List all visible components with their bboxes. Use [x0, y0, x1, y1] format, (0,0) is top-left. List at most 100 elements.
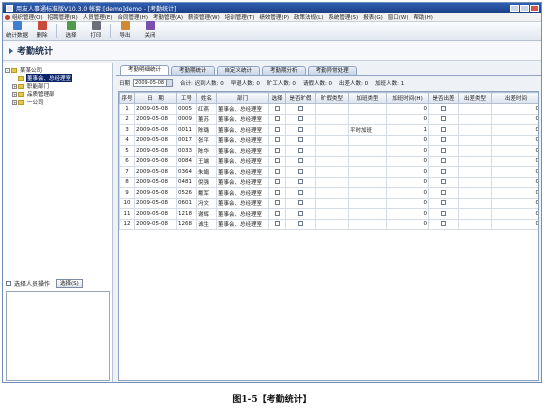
column-header[interactable]: 工号: [176, 92, 197, 104]
table-row[interactable]: 8 2009-05-08 0481 倪强 董事会、总经理室 0 0: [119, 176, 538, 188]
table-row[interactable]: 1 2009-05-08 0005 红燕 董事会、总经理室 0 0: [119, 103, 538, 115]
menu-item[interactable]: 系统管理(S): [328, 13, 358, 21]
person-list[interactable]: [6, 291, 110, 381]
table-cell[interactable]: [268, 166, 286, 178]
menu-item[interactable]: 培训管理(T): [225, 13, 255, 21]
row-checkbox[interactable]: [298, 221, 303, 227]
select-person-checkbox[interactable]: [6, 280, 11, 286]
close-window-icon[interactable]: [530, 4, 539, 12]
row-checkbox[interactable]: [274, 179, 280, 185]
table-cell[interactable]: [268, 176, 286, 188]
table-cell[interactable]: [285, 208, 316, 220]
table-cell[interactable]: [268, 145, 286, 157]
row-checkbox[interactable]: [274, 137, 280, 143]
tree-expander-icon[interactable]: +: [12, 99, 17, 105]
row-checkbox[interactable]: [441, 147, 446, 153]
table-cell[interactable]: [428, 155, 459, 167]
table-cell[interactable]: [285, 187, 316, 199]
tree-node[interactable]: + 一公司: [5, 98, 110, 106]
column-header[interactable]: 姓名: [196, 92, 217, 104]
row-checkbox[interactable]: [274, 158, 280, 164]
column-header[interactable]: 日 期: [134, 92, 177, 104]
table-cell[interactable]: [268, 103, 286, 115]
table-cell[interactable]: [285, 103, 316, 115]
row-checkbox[interactable]: [274, 126, 280, 132]
toolbar-button-print[interactable]: 打印: [85, 21, 107, 39]
table-cell[interactable]: [285, 218, 316, 230]
table-row[interactable]: 5 2009-05-08 0033 陈华 董事会、总经理室 0 0: [119, 145, 538, 157]
table-cell[interactable]: [428, 103, 459, 115]
table-cell[interactable]: [268, 113, 286, 125]
toolbar-button-statistics[interactable]: 统计数据: [6, 21, 28, 39]
tab-2[interactable]: 考勤期统计: [171, 66, 215, 75]
row-checkbox[interactable]: [298, 147, 303, 153]
column-header[interactable]: 加班时间(H): [386, 92, 429, 104]
row-checkbox[interactable]: [441, 105, 446, 111]
date-picker[interactable]: 2009-05-08: [133, 79, 174, 87]
menu-item[interactable]: 窗口(W): [388, 13, 409, 21]
table-row[interactable]: 3 2009-05-08 0011 陈璐 董事会、总经理室 平时加班 1 0: [119, 124, 538, 136]
row-checkbox[interactable]: [441, 221, 446, 227]
row-checkbox[interactable]: [441, 189, 446, 195]
table-cell[interactable]: [428, 145, 459, 157]
select-button[interactable]: 选择(S): [56, 278, 83, 288]
tree-expander-icon[interactable]: +: [12, 83, 17, 89]
column-header[interactable]: 加班类型: [348, 92, 387, 104]
row-checkbox[interactable]: [274, 221, 280, 227]
row-checkbox[interactable]: [441, 126, 446, 132]
menu-item[interactable]: 人员管理(E): [83, 13, 113, 21]
menu-item[interactable]: 招聘管理(R): [48, 13, 78, 21]
table-cell[interactable]: [428, 113, 459, 125]
table-cell[interactable]: [268, 124, 286, 136]
table-cell[interactable]: [428, 134, 459, 146]
row-checkbox[interactable]: [298, 158, 303, 164]
menu-item[interactable]: 政策法规(L): [294, 13, 323, 21]
row-checkbox[interactable]: [441, 168, 446, 174]
table-cell[interactable]: [268, 218, 286, 230]
table-cell[interactable]: [428, 124, 459, 136]
column-header[interactable]: 选择: [268, 92, 286, 104]
toolbar-button-delete[interactable]: 删除: [31, 21, 53, 39]
table-cell[interactable]: [285, 197, 316, 209]
column-header[interactable]: 是否旷假: [285, 92, 316, 104]
row-checkbox[interactable]: [441, 179, 446, 185]
menu-item[interactable]: 绩效管理(P): [259, 13, 289, 21]
table-row[interactable]: 2 2009-05-08 0009 董苏 董事会、总经理室 0 0: [119, 113, 538, 125]
row-checkbox[interactable]: [298, 126, 303, 132]
toolbar-button-select[interactable]: 选择: [60, 21, 82, 39]
table-row[interactable]: 7 2009-05-08 0364 朱娟 董事会、总经理室 0 0: [119, 166, 538, 178]
toolbar-button-export[interactable]: 导出: [114, 21, 136, 39]
row-checkbox[interactable]: [298, 168, 303, 174]
row-checkbox[interactable]: [274, 147, 280, 153]
row-checkbox[interactable]: [274, 200, 280, 206]
column-header[interactable]: 部门: [216, 92, 269, 104]
table-row[interactable]: 10 2009-05-08 0601 冯文 董事会、总经理室 0 0: [119, 197, 538, 209]
maximize-icon[interactable]: [520, 4, 529, 12]
row-checkbox[interactable]: [298, 137, 303, 143]
table-cell[interactable]: [285, 113, 316, 125]
tree-expander-icon[interactable]: -: [5, 67, 10, 73]
table-row[interactable]: 11 2009-05-08 1218 谢辉 董事会、总经理室 0 0: [119, 208, 538, 220]
tree-expander-icon[interactable]: +: [12, 91, 17, 97]
menu-item[interactable]: 合同管理(H): [118, 13, 148, 21]
table-cell[interactable]: [285, 145, 316, 157]
column-header[interactable]: 出差时间: [491, 92, 538, 104]
tab-3[interactable]: 自定义统计: [216, 66, 261, 75]
row-checkbox[interactable]: [298, 179, 303, 185]
tab-5[interactable]: 考勤异常处理: [307, 66, 357, 75]
minimize-icon[interactable]: [510, 4, 519, 12]
column-header[interactable]: 出差类型: [458, 92, 492, 104]
table-cell[interactable]: [285, 176, 316, 188]
menu-item[interactable]: 薪资管理(W): [188, 13, 220, 21]
table-cell[interactable]: [268, 197, 286, 209]
row-checkbox[interactable]: [274, 105, 280, 111]
toolbar-button-close[interactable]: 关闭: [139, 21, 161, 39]
tree-node[interactable]: - 某某公司: [5, 66, 110, 74]
table-cell[interactable]: [428, 218, 459, 230]
table-cell[interactable]: [268, 134, 286, 146]
table-cell[interactable]: [285, 155, 316, 167]
table-cell[interactable]: [428, 197, 459, 209]
table-row[interactable]: 12 2009-05-08 1268 诚生 董事会、总经理室 0 0: [119, 218, 538, 230]
table-cell[interactable]: [428, 176, 459, 188]
table-cell[interactable]: [268, 187, 286, 199]
